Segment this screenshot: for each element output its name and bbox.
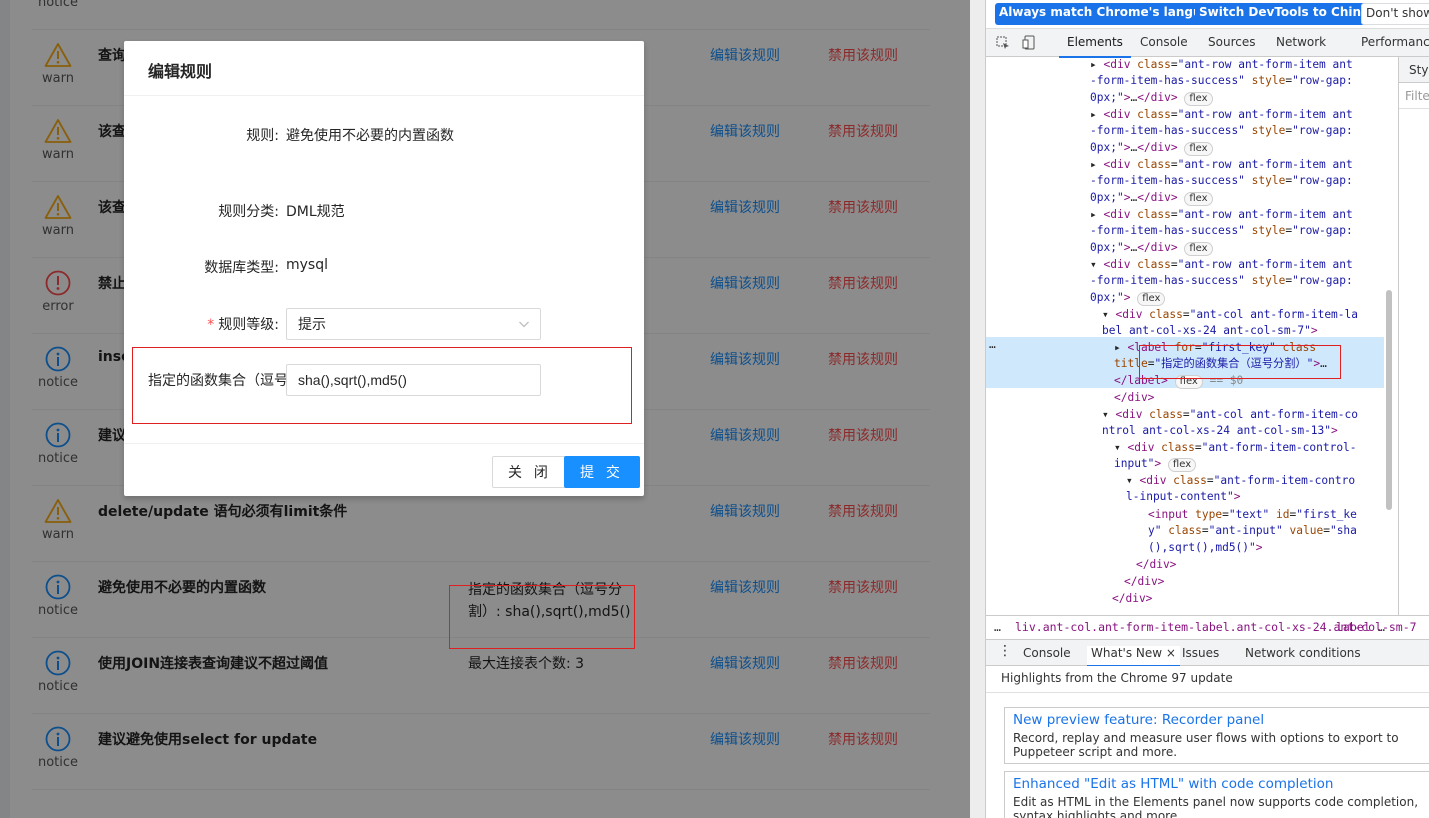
dom-line[interactable]: ▾ <div class="ant-row ant-form-item ant (1090, 257, 1353, 274)
drawer-menu-icon[interactable]: ⋮ (998, 643, 1012, 659)
dom-line[interactable]: </div> (1112, 591, 1152, 608)
styles-filter[interactable]: Filter (1399, 83, 1429, 109)
dom-line[interactable]: 0px;"> flex (1090, 290, 1166, 307)
dom-line[interactable]: 0px;">…</div> flex (1090, 140, 1213, 157)
dom-line[interactable]: -form-item-has-success" style="row-gap: (1090, 273, 1353, 290)
dom-line[interactable]: l-input-content"> (1126, 489, 1241, 506)
drawer-tab-console[interactable]: Console (1023, 646, 1071, 660)
drawer-tab-network-conditions[interactable]: Network conditions (1245, 646, 1361, 660)
dom-line[interactable]: ▸ <div class="ant-row ant-form-item ant (1090, 57, 1353, 74)
tab-styles[interactable]: Styl (1399, 57, 1429, 83)
tab-sources[interactable]: Sources (1208, 35, 1255, 49)
card-title[interactable]: New preview feature: Recorder panel (1013, 712, 1425, 728)
dom-line[interactable]: ntrol ant-col-xs-24 ant-col-sm-13"> (1102, 423, 1338, 440)
dom-line[interactable]: </div> (1136, 557, 1176, 574)
dom-line[interactable]: -form-item-has-success" style="row-gap: (1090, 223, 1353, 240)
dom-line[interactable]: <input type="text" id="first_ke (1148, 507, 1357, 524)
tab-network[interactable]: Network (1276, 35, 1326, 49)
dom-line[interactable]: ▸ <div class="ant-row ant-form-item ant (1090, 207, 1353, 224)
dom-line[interactable]: -form-item-has-success" style="row-gap: (1090, 123, 1353, 140)
whats-new-card-recorder[interactable]: New preview feature: Recorder panel Reco… (1004, 707, 1429, 764)
form-row-category: 规则分类: DML规范 (124, 195, 644, 227)
dom-line[interactable]: ▾ <div class="ant-form-item-control- (1114, 440, 1357, 457)
modal-title: 编辑规则 (124, 41, 644, 96)
category-value: DML规范 (286, 204, 345, 220)
rule-label: 规则: (246, 128, 279, 144)
rule-value: 避免使用不必要的内置函数 (286, 128, 454, 144)
annotation-box-dom (1139, 345, 1341, 379)
dom-line[interactable]: 0px;">…</div> flex (1090, 190, 1213, 207)
dom-line[interactable]: 0px;">…</div> flex (1090, 90, 1213, 107)
page-scrollbar[interactable] (970, 0, 985, 818)
dom-line[interactable]: </div> (1124, 574, 1164, 591)
annotation-box-param (449, 585, 635, 649)
switch-chinese-button[interactable]: Switch DevTools to Chinese (1195, 3, 1389, 25)
divider (986, 692, 1429, 693)
dom-line[interactable]: ▾ <div class="ant-form-item-contro (1126, 473, 1355, 490)
dom-line[interactable]: 0px;">…</div> flex (1090, 240, 1213, 257)
level-label: * 规则等级: (207, 317, 279, 333)
dom-line[interactable]: ▸ <div class="ant-row ant-form-item ant (1090, 107, 1353, 124)
drawer-tab-whats-new[interactable]: What's New × (1087, 646, 1180, 667)
rule-list-page: notice最大插入行数: 5000编辑该规则禁用该规则warn查询编辑该规则禁… (0, 0, 985, 818)
dom-line[interactable]: bel ant-col-xs-24 ant-col-sm-7"> (1102, 323, 1318, 340)
form-row-rule: 规则: 避免使用不必要的内置函数 (124, 119, 644, 151)
db-type-value: mysql (286, 257, 328, 273)
drawer-tab-issues[interactable]: Issues (1182, 646, 1219, 660)
dom-tree[interactable]: ▸ <div class="ant-row ant-form-item ant -… (986, 57, 1384, 615)
dom-line[interactable]: ▾ <div class="ant-col ant-form-item-la (1102, 307, 1358, 324)
language-infobar: Always match Chrome's language Switch De… (986, 0, 1429, 29)
tab-elements[interactable]: Elements (1059, 35, 1131, 58)
device-toolbar-icon[interactable] (1022, 35, 1036, 50)
card-description: Edit as HTML in the Elements panel now s… (1013, 795, 1419, 818)
tab-performance[interactable]: Performance (1361, 35, 1429, 49)
close-tab-icon[interactable]: × (1166, 646, 1176, 660)
submit-button[interactable]: 提 交 (564, 456, 640, 488)
breadcrumb-label[interactable]: label (1336, 620, 1371, 634)
form-row-db-type: 数据库类型: mysql (124, 251, 644, 283)
card-title[interactable]: Enhanced "Edit as HTML" with code comple… (1013, 776, 1425, 792)
devtools-tabs: Elements Console Sources Network Perform… (986, 29, 1429, 58)
dom-line[interactable]: ▸ <div class="ant-row ant-form-item ant (1090, 157, 1353, 174)
dom-line[interactable]: -form-item-has-success" style="row-gap: (1090, 73, 1353, 90)
breadcrumb-end-icon[interactable]: … (1378, 620, 1385, 634)
level-select-value: 提示 (298, 317, 326, 333)
whats-new-heading: Highlights from the Chrome 97 update (1001, 671, 1233, 685)
inspect-element-icon[interactable] (996, 36, 1010, 50)
db-type-label: 数据库类型: (204, 260, 279, 276)
modal-footer: 关 闭 提 交 (124, 443, 644, 496)
whats-new-panel: Highlights from the Chrome 97 update New… (986, 666, 1429, 818)
dom-scrollbar[interactable] (1386, 290, 1392, 510)
breadcrumb: … liv.ant-col.ant-form-item-label.ant-co… (986, 615, 1429, 639)
chevron-down-icon (519, 321, 529, 328)
dont-show-button[interactable]: Don't show (1361, 3, 1429, 25)
card-description: Record, replay and measure user flows wi… (1013, 731, 1399, 759)
devtools-panel: Always match Chrome's language Switch De… (985, 0, 1429, 818)
dom-line[interactable]: (),sqrt(),md5()"> (1148, 540, 1263, 557)
drawer-tabs: ⋮ Console What's New × Issues Network co… (986, 639, 1429, 667)
close-button[interactable]: 关 闭 (492, 456, 568, 488)
category-label: 规则分类: (218, 204, 279, 220)
required-mark: * (207, 317, 215, 333)
dom-line[interactable]: y" class="ant-input" value="sha (1148, 523, 1357, 540)
whats-new-card-edit-html[interactable]: Enhanced "Edit as HTML" with code comple… (1004, 771, 1429, 818)
edit-rule-modal: 编辑规则 规则: 避免使用不必要的内置函数 规则分类: DML规范 数据库类型:… (124, 41, 644, 496)
level-select[interactable]: 提示 (286, 308, 541, 340)
styles-pane: Styl Filter (1398, 57, 1429, 617)
breadcrumb-more-icon[interactable]: … (994, 620, 1001, 634)
annotation-box-form (132, 347, 632, 424)
dom-line[interactable]: -form-item-has-success" style="row-gap: (1090, 173, 1353, 190)
node-menu-icon[interactable]: … (989, 337, 996, 354)
dom-line[interactable]: </div> (1114, 390, 1154, 407)
form-row-level: * 规则等级: 提示 (124, 308, 644, 340)
dom-line[interactable]: input"> flex (1114, 456, 1197, 473)
tab-console[interactable]: Console (1140, 35, 1188, 49)
dom-line[interactable]: ▾ <div class="ant-col ant-form-item-co (1102, 407, 1358, 424)
